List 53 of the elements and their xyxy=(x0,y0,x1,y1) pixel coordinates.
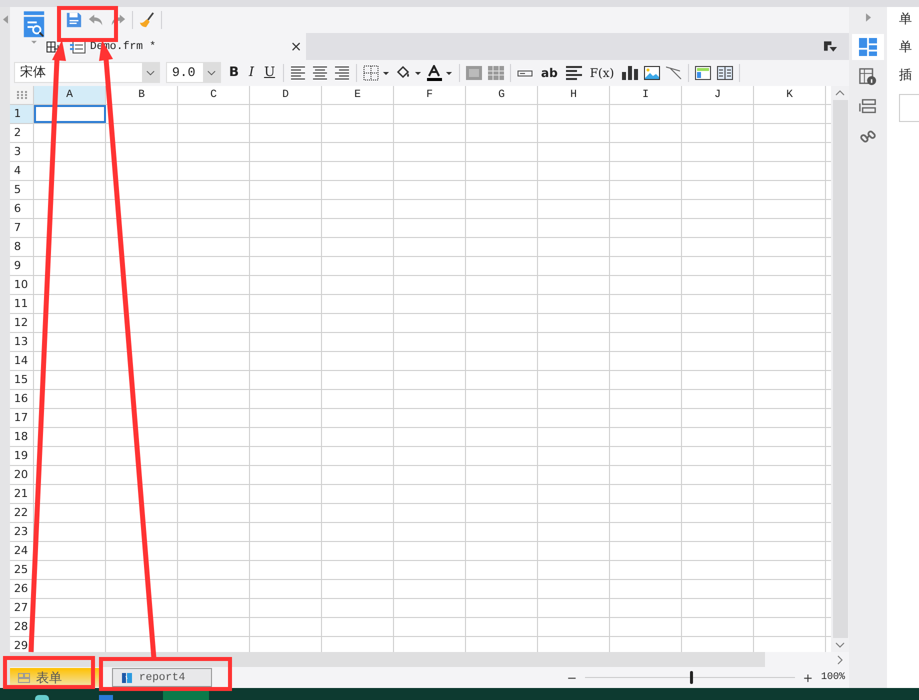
formula-button[interactable]: F(x) xyxy=(588,66,616,80)
report-icon xyxy=(121,672,133,682)
font-color-icon[interactable] xyxy=(427,64,454,80)
taskbar-app-icon[interactable] xyxy=(35,695,49,700)
form-icon xyxy=(18,672,30,682)
table-grid-icon[interactable] xyxy=(488,64,504,80)
table-info-icon xyxy=(859,68,877,86)
zoom-out-button[interactable]: − xyxy=(566,670,577,684)
brush-icon[interactable] xyxy=(139,12,155,28)
stacked-bars-icon xyxy=(859,98,877,116)
horizontal-scrollbar[interactable] xyxy=(10,652,765,667)
scroll-down-icon[interactable] xyxy=(835,642,845,648)
borders-icon[interactable] xyxy=(363,64,390,80)
align-right-icon[interactable] xyxy=(334,64,350,80)
highlight-frame xyxy=(57,6,118,42)
panel-label: 单 xyxy=(899,12,913,28)
paragraph-icon[interactable] xyxy=(566,64,582,80)
layout-icon[interactable] xyxy=(695,64,712,80)
cell-properties-tab[interactable] xyxy=(852,34,884,60)
scroll-up-icon[interactable] xyxy=(835,90,845,96)
zoom-in-button[interactable]: + xyxy=(802,670,813,684)
zoom-slider-thumb[interactable] xyxy=(690,671,693,684)
scroll-right-icon[interactable] xyxy=(837,654,843,664)
select-all-icon[interactable] xyxy=(10,86,34,104)
fill-color-icon[interactable] xyxy=(395,64,422,80)
tab-menu-icon[interactable] xyxy=(824,40,837,52)
chevron-down-icon xyxy=(146,70,155,76)
underline-button[interactable]: U xyxy=(262,65,278,80)
row-header[interactable]: 1 xyxy=(10,105,34,123)
column-header[interactable]: A xyxy=(34,86,106,104)
close-tab-button[interactable]: × xyxy=(290,38,302,54)
sheet-tab[interactable]: report4 xyxy=(112,668,212,687)
vertical-scrollbar[interactable] xyxy=(831,86,849,652)
panel-label: 单 xyxy=(899,40,913,56)
chevron-down-icon xyxy=(207,70,216,76)
merge-cells-icon[interactable] xyxy=(466,64,482,80)
panel-input-field[interactable] xyxy=(899,94,919,122)
save-icon[interactable] xyxy=(66,12,82,28)
font-size-dropdown[interactable]: 9.0 xyxy=(166,62,221,83)
align-left-icon[interactable] xyxy=(290,64,306,80)
image-icon[interactable] xyxy=(644,64,660,80)
align-center-icon[interactable] xyxy=(312,64,328,80)
grid-blocks-icon xyxy=(859,38,877,56)
text-tool-button[interactable]: ab xyxy=(539,66,560,80)
italic-button[interactable]: I xyxy=(246,65,256,80)
font-dropdown[interactable]: 宋体 xyxy=(14,62,160,83)
bold-button[interactable]: B xyxy=(227,65,241,80)
panel-label: 插 xyxy=(899,68,913,84)
selected-cell[interactable] xyxy=(34,105,106,123)
bar-chart-icon[interactable] xyxy=(622,64,638,80)
zoom-reading: 100% xyxy=(820,672,845,683)
columns-icon[interactable] xyxy=(717,64,734,80)
slash-line-icon[interactable] xyxy=(666,64,682,80)
